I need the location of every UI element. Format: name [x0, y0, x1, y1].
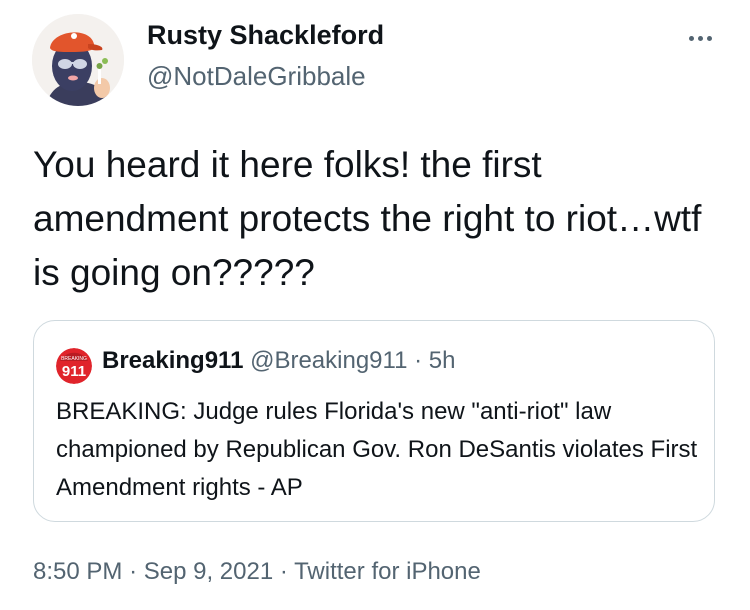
more-horizontal-icon	[688, 35, 694, 41]
tweet-time[interactable]: 8:50 PM	[33, 558, 122, 585]
author-handle[interactable]: @NotDaleGribbale	[147, 61, 366, 92]
meta-separator-2: ·	[279, 558, 288, 585]
tweet-text: You heard it here folks! the first amend…	[33, 144, 702, 293]
tweet-source[interactable]: Twitter for iPhone	[294, 558, 481, 585]
meta-separator: ·	[129, 558, 138, 585]
author-avatar[interactable]	[32, 14, 124, 106]
more-options-button[interactable]	[680, 28, 720, 48]
quote-avatar-subtext: BREAKING	[61, 356, 87, 362]
quoted-tweet-header: Breaking911 @Breaking911 · 5h	[102, 347, 456, 375]
tweet-card: Rusty Shackleford @NotDaleGribbale You h…	[0, 0, 750, 610]
quoted-author-name[interactable]: Breaking911	[102, 347, 243, 374]
quoted-tweet-time[interactable]: 5h	[429, 347, 456, 374]
more-horizontal-icon-dot	[706, 35, 712, 41]
quoted-author-handle[interactable]: @Breaking911	[250, 347, 407, 374]
avatar-ski-mask-icon	[32, 14, 124, 106]
quoted-tweet-text: BREAKING: Judge rules Florida's new "ant…	[56, 398, 698, 501]
breaking911-logo-icon: BREAKING 911	[56, 348, 92, 384]
more-horizontal-icon-dot	[697, 35, 703, 41]
author-display-name[interactable]: Rusty Shackleford	[147, 20, 384, 51]
tweet-date[interactable]: Sep 9, 2021	[144, 558, 273, 585]
quote-avatar-text: 911	[62, 363, 86, 380]
tweet-metadata: 8:50 PM · Sep 9, 2021 · Twitter for iPho…	[33, 558, 481, 586]
quoted-author-avatar[interactable]: BREAKING 911	[56, 348, 92, 384]
quoted-tweet[interactable]: BREAKING 911 Breaking911 @Breaking911 · …	[33, 320, 715, 522]
header-separator: ·	[414, 347, 423, 374]
